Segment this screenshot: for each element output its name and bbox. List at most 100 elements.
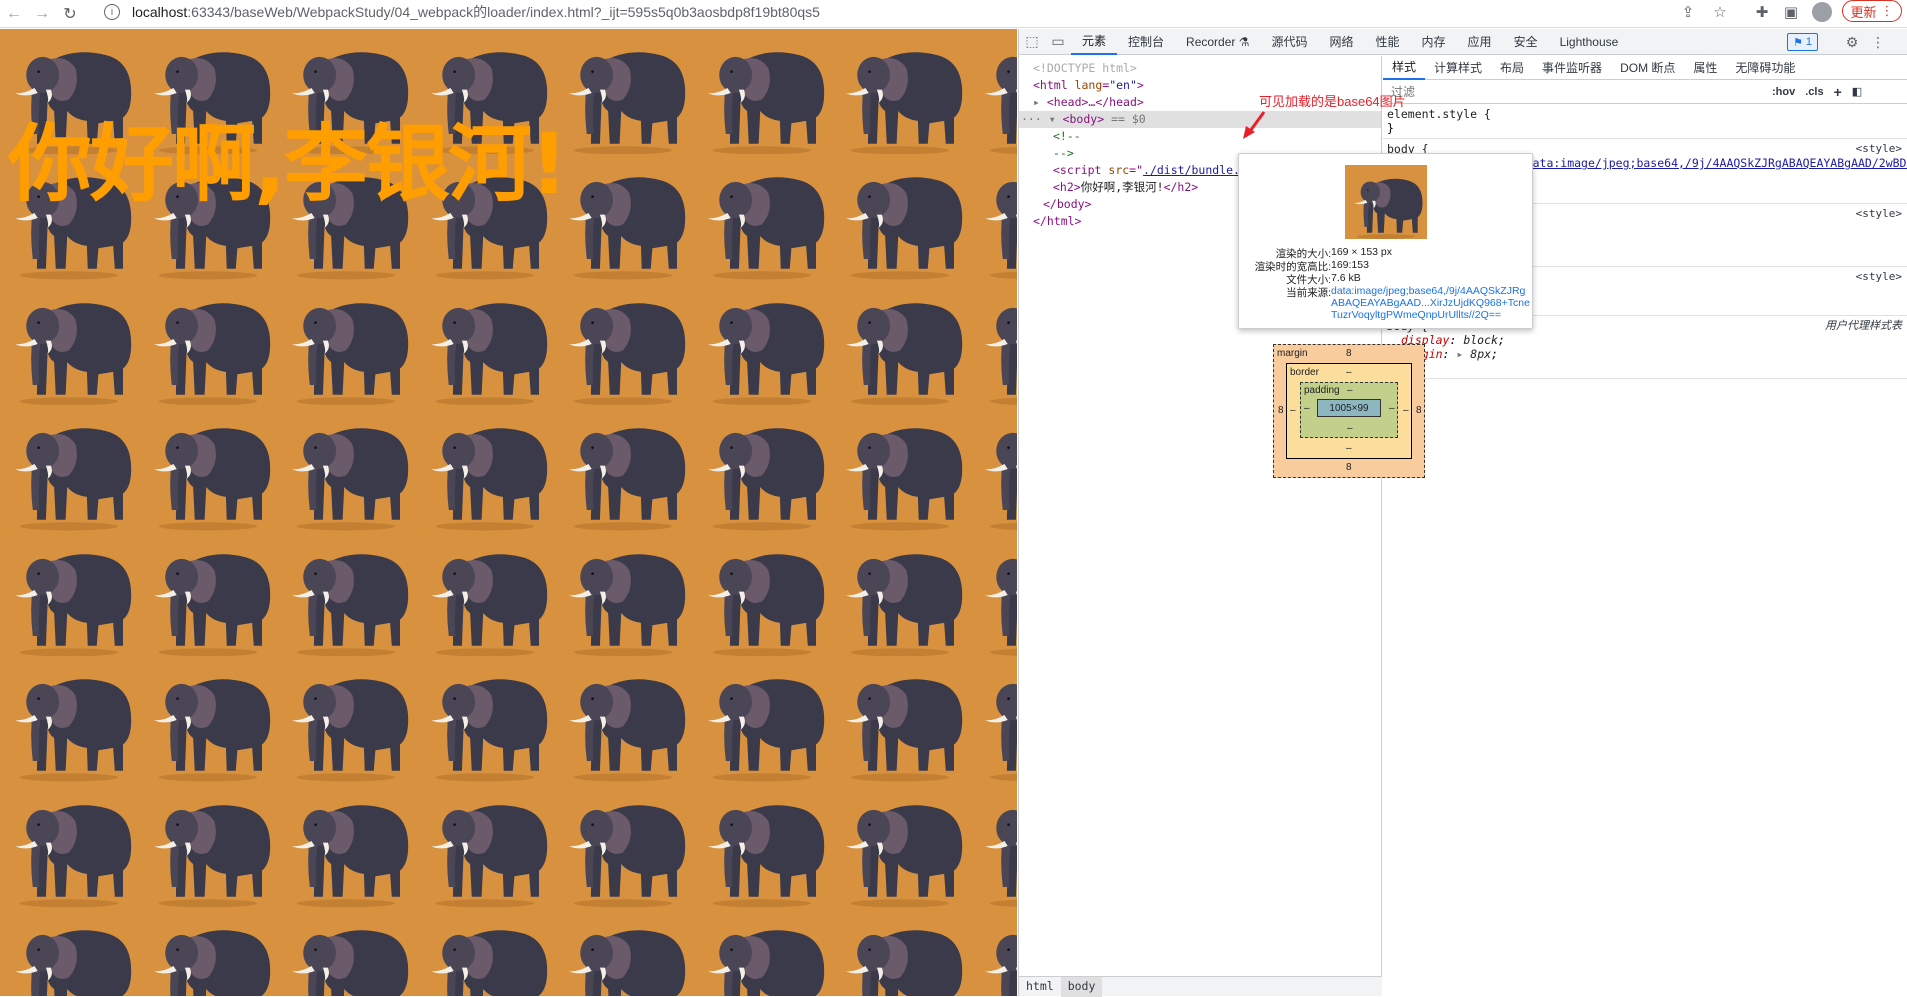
cls-toggle[interactable]: .cls (1800, 86, 1828, 98)
border-left-value[interactable]: – (1290, 405, 1296, 416)
elephant-background-tile (0, 782, 139, 907)
elephant-background-tile (693, 280, 832, 405)
elephant-background-tile (970, 29, 1017, 154)
update-button[interactable]: 更新 ⋮ (1842, 0, 1902, 22)
source-link[interactable]: data:image/jpeg;base64,/9j/4AAQSkZJRgABA… (1331, 285, 1531, 321)
elephant-background-tile (970, 280, 1017, 405)
rule4-val1: block (1463, 333, 1498, 347)
rule4-val2: 8px (1470, 347, 1492, 361)
styles-subtab[interactable]: 属性 (1684, 56, 1726, 80)
breadcrumb-body[interactable]: body (1060, 976, 1103, 997)
devtools-tab[interactable]: 元素 (1071, 29, 1118, 55)
more-icon: ⋮ (1880, 3, 1894, 18)
margin-left-value[interactable]: 8 (1278, 405, 1284, 416)
dom-body-selected[interactable]: ··· ▾ <body> == $0 (1019, 111, 1381, 128)
share-icon[interactable]: ⇪ (1675, 0, 1701, 24)
devtools-tab[interactable]: 应用 (1457, 29, 1503, 55)
dom-comment-open[interactable]: <!-- (1019, 128, 1381, 145)
image-preview-popup: 渲染的大小: 169 × 153 px 渲染时的宽高比: 169:153 文件大小:… (1238, 153, 1533, 329)
styles-subtab[interactable]: 布局 (1491, 56, 1533, 80)
dom-doctype[interactable]: <!DOCTYPE html> (1019, 60, 1381, 77)
padding-top-value[interactable]: – (1347, 385, 1353, 396)
rendered-size-value: 169 × 153 px (1331, 246, 1393, 258)
elephant-background-tile (0, 531, 139, 656)
elephant-background-tile (416, 280, 555, 405)
side-panel-icon[interactable]: ▣ (1778, 0, 1804, 24)
border-top-value[interactable]: – (1346, 367, 1352, 378)
dom-head-text: <head>…</head> (1046, 95, 1144, 109)
image-preview-thumbnail (1345, 165, 1427, 239)
address-bar[interactable]: i localhost:63343/baseWeb/WebpackStudy/0… (104, 0, 1667, 24)
styles-subtab[interactable]: 计算样式 (1425, 56, 1491, 80)
devtools-tab[interactable]: Lighthouse (1549, 29, 1630, 55)
margin-right-value[interactable]: 8 (1416, 405, 1422, 416)
border-bottom-value[interactable]: – (1346, 443, 1352, 454)
elephant-background-tile (277, 907, 416, 996)
elephant-background-tile (554, 531, 693, 656)
site-info-icon[interactable]: i (104, 4, 120, 20)
devtools-tab[interactable]: 源代码 (1260, 29, 1318, 55)
breadcrumb-html[interactable]: html (1019, 977, 1061, 997)
new-rule-icon[interactable]: + (1829, 84, 1847, 100)
elephant-background-tile (831, 907, 970, 996)
devtools-tabbar: ⬚ ▭ 元素 控制台 Recorder ⚗ 源代码 网络 性能 内存 应用 安全 Lighthou… (1019, 29, 1907, 55)
padding-right-value[interactable]: – (1389, 403, 1395, 414)
update-label: 更新 (1850, 4, 1877, 20)
margin-top-value[interactable]: 8 (1346, 348, 1352, 359)
devtools-tab[interactable]: 内存 (1411, 29, 1457, 55)
styles-subtab[interactable]: 无障碍功能 (1726, 56, 1804, 80)
elephant-background-tile (554, 29, 693, 154)
devtools-tab[interactable]: 控制台 (1117, 29, 1175, 55)
rule3-source[interactable]: <style> (1856, 270, 1902, 284)
elephant-background-tile (554, 405, 693, 530)
margin-bottom-value[interactable]: 8 (1346, 462, 1352, 473)
profile-avatar[interactable] (1812, 2, 1832, 22)
rule1-source[interactable]: <style> (1856, 142, 1902, 156)
box-model-margin: margin 8 8 8 8 border – – – – padding – … (1273, 344, 1425, 478)
aspect-value: 169:153 (1331, 259, 1369, 271)
elephant-background-tile (554, 782, 693, 907)
box-model-content[interactable]: 1005×99 (1317, 399, 1381, 417)
devtools-menu-icon[interactable]: ⋮ (1865, 29, 1891, 55)
inspect-element-icon[interactable]: ⬚ (1019, 29, 1045, 55)
page-viewport: 你好啊,李银河! (0, 29, 1017, 996)
browser-toolbar: ← → ↻ i localhost:63343/baseWeb/WebpackS… (0, 0, 1907, 28)
elephant-background-tile (554, 154, 693, 279)
styles-filter-input[interactable]: 过滤 (1387, 83, 1767, 101)
back-icon[interactable]: ← (0, 0, 28, 28)
devtools-tab[interactable]: 性能 (1365, 29, 1411, 55)
device-toolbar-icon[interactable]: ▭ (1045, 29, 1071, 55)
devtools-tab[interactable]: Recorder ⚗ (1175, 29, 1260, 55)
styles-subtab[interactable]: 事件监听器 (1533, 56, 1611, 80)
expand-icon[interactable]: ▸ (1033, 95, 1040, 109)
border-right-value[interactable]: – (1403, 405, 1409, 416)
background-url-link[interactable]: data:image/jpeg;base64,/9j/4AAQSkZJRgABA… (1526, 156, 1907, 170)
elephant-background-tile (416, 907, 555, 996)
padding-bottom-value[interactable]: – (1347, 423, 1353, 434)
styles-subtab[interactable]: 样式 (1383, 56, 1426, 80)
elephant-background-tile (416, 405, 555, 530)
settings-gear-icon[interactable]: ⚙ (1839, 29, 1865, 55)
hov-toggle[interactable]: :hov (1767, 86, 1800, 98)
annotation-arrow-icon (1243, 111, 1266, 139)
elephant-background-tile (970, 405, 1017, 530)
computed-toggle-icon[interactable]: ◧ (1847, 85, 1867, 98)
elephant-background-tile (277, 656, 416, 781)
styles-subtab[interactable]: DOM 断点 (1611, 56, 1684, 80)
forward-icon[interactable]: → (28, 0, 56, 28)
collapse-icon[interactable]: ▾ (1049, 112, 1056, 126)
element-style-selector[interactable]: element.style { (1387, 107, 1904, 121)
devtools-tab[interactable]: 安全 (1503, 29, 1549, 55)
padding-left-value[interactable]: – (1304, 403, 1310, 414)
rule2-source[interactable]: <style> (1856, 207, 1902, 221)
box-model-padding: padding – – – – 1005×99 (1300, 382, 1398, 438)
rule4-source: 用户代理样式表 (1825, 319, 1902, 332)
dom-body-open: <body> (1062, 112, 1105, 126)
content-size: 1005×99 (1329, 402, 1369, 414)
extensions-icon[interactable]: ✚ (1749, 0, 1775, 24)
issues-badge[interactable]: ⚑ 1 (1787, 33, 1819, 51)
bookmark-star-icon[interactable]: ☆ (1707, 0, 1733, 24)
page-heading: 你好啊,李银河! (8, 115, 568, 213)
reload-icon[interactable]: ↻ (56, 0, 84, 28)
devtools-tab[interactable]: 网络 (1319, 29, 1365, 55)
